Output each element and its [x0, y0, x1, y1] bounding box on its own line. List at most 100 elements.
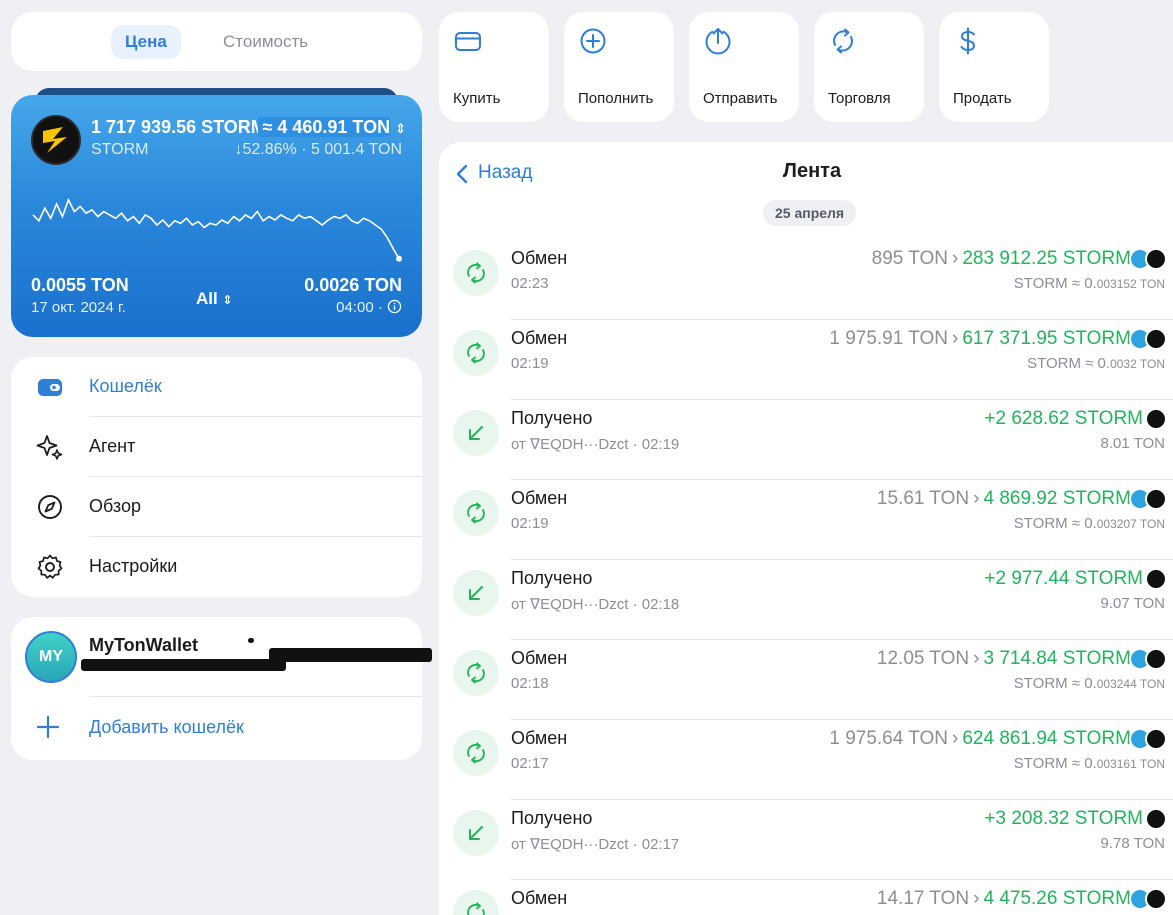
transaction-row[interactable]: Обмен 02:19 1 975.91 TON › 617 371.95 STOR…	[439, 320, 1173, 400]
rate-text: STORM ≈ 0.	[1013, 755, 1097, 772]
redaction-bar	[81, 659, 286, 671]
amount-to: +3 208.32 STORM	[984, 808, 1143, 829]
transaction-row[interactable]: Обмен 02:19 15.61 TON › 4 869.92 STORM STO…	[439, 480, 1173, 560]
amount-from: 1 975.64 TON	[829, 728, 949, 749]
gear-icon	[37, 554, 63, 579]
action-label: Купить	[453, 90, 501, 107]
send-button[interactable]: Отправить	[689, 12, 799, 122]
price-endpoint	[396, 255, 402, 262]
chart-end-value: 0.0026 TON	[304, 275, 402, 295]
receive-arrow-icon	[453, 570, 499, 616]
avatar[interactable]: MY	[25, 631, 77, 683]
period-selector[interactable]: All ⇕	[196, 289, 233, 309]
storm-coin-icon	[1145, 728, 1167, 750]
toggle-icon: ⇕	[222, 293, 233, 307]
storm-coin-icon	[1145, 808, 1167, 830]
trade-button[interactable]: Торговля	[814, 12, 924, 122]
transaction-title: Обмен	[511, 248, 568, 268]
amount-to: 4 869.92 STORM	[983, 488, 1131, 509]
chevron-right-icon: ›	[973, 648, 980, 669]
amount-to: 624 861.94 STORM	[962, 728, 1131, 749]
transaction-sender: от ∇EQDH···Dzct · 02:18	[511, 596, 680, 613]
nav-label: Агент	[89, 436, 136, 456]
buy-button[interactable]: Купить	[439, 12, 549, 122]
toggle-icon: ⇕	[395, 121, 406, 136]
nav-item-wallet[interactable]: Кошелёк	[11, 357, 422, 417]
rate-text: 9.78 TON	[1100, 835, 1165, 852]
nav-label: Кошелёк	[89, 376, 162, 396]
add-wallet-button[interactable]: Добавить кошелёк	[89, 717, 244, 738]
price-value-segmented-control: Цена Стоимость	[11, 12, 422, 71]
amount-to: 283 912.25 STORM	[962, 248, 1131, 269]
amount-to: 4 475.26 STORM	[983, 888, 1131, 909]
info-icon[interactable]	[387, 299, 402, 314]
transaction-title: Обмен	[511, 888, 568, 908]
amount-from: 15.61 TON	[876, 488, 970, 509]
tab-value[interactable]: Стоимость	[209, 25, 322, 59]
storm-coin-icon	[1145, 568, 1167, 590]
transaction-row[interactable]: Обмен 02:23 895 TON › 283 912.25 STORM STO…	[439, 240, 1173, 320]
transaction-title: Обмен	[511, 328, 568, 348]
transaction-rate: STORM ≈ 0.003207 TON	[1014, 515, 1165, 532]
transaction-row[interactable]: Получено от ∇EQDH···Dzct · 02:17 +3 208.…	[439, 800, 1173, 880]
chevron-right-icon: ›	[952, 728, 959, 749]
rate-small-text: 003207 TON	[1096, 517, 1165, 531]
transaction-time: 02:17	[511, 755, 549, 772]
transaction-title: Получено	[511, 408, 593, 428]
receive-arrow-icon	[453, 410, 499, 456]
transaction-sender: от ∇EQDH···Dzct · 02:19	[511, 436, 680, 453]
swap-icon	[453, 330, 499, 376]
transaction-amount: 14.17 TON › 4 475.26 STORM	[877, 888, 1131, 910]
token-name: STORM	[91, 141, 149, 158]
plus-icon[interactable]	[35, 714, 61, 740]
storm-coin-icon	[1145, 888, 1167, 910]
transaction-row[interactable]: Обмен 02:17 1 975.64 TON › 624 861.94 STOR…	[439, 720, 1173, 800]
transaction-row[interactable]: Получено от ∇EQDH···Dzct · 02:19 +2 628.…	[439, 400, 1173, 480]
sell-button[interactable]: Продать	[939, 12, 1049, 122]
tab-price[interactable]: Цена	[111, 25, 181, 59]
transaction-amount: 12.05 TON › 3 714.84 STORM	[877, 648, 1131, 670]
deposit-button[interactable]: Пополнить	[564, 12, 674, 122]
dollar-icon	[960, 27, 976, 55]
storm-coin-icon	[1145, 248, 1167, 270]
price-line	[32, 197, 400, 260]
storm-coin-icon	[1145, 408, 1167, 430]
transaction-time: 02:19	[511, 355, 549, 372]
token-card[interactable]: 1 717 939.56 STORM STORM ≈ 4 460.91 TON …	[11, 95, 422, 337]
token-value[interactable]: ≈ 4 460.91 TON ⇕	[258, 117, 406, 138]
card-icon	[455, 32, 481, 51]
transaction-amount: +3 208.32 STORM	[984, 808, 1143, 830]
wallet-name[interactable]: MyTonWallet	[89, 635, 198, 656]
transaction-rate: STORM ≈ 0.0032 TON	[1027, 355, 1165, 372]
rate-text: STORM ≈ 0.	[1013, 675, 1097, 692]
lightning-icon	[43, 127, 67, 153]
price-chart	[32, 197, 402, 262]
chevron-right-icon: ›	[952, 328, 959, 349]
rate-small-text: 0032 TON	[1110, 357, 1165, 371]
storm-coin-icon	[1145, 328, 1167, 350]
transaction-row[interactable]: Обмен 14.17 TON › 4 475.26 STORM	[439, 880, 1173, 915]
transaction-amount: +2 977.44 STORM	[984, 568, 1143, 590]
amount-from: 895 TON	[871, 248, 949, 269]
amount-to: +2 628.62 STORM	[984, 408, 1143, 429]
nav-item-agent[interactable]: Агент	[11, 417, 422, 477]
chart-end-time-text: 04:00 ·	[336, 299, 383, 316]
wallet-icon	[38, 379, 62, 396]
action-label: Торговля	[828, 90, 891, 107]
transaction-rate: 8.01 TON	[1101, 435, 1165, 452]
transaction-time: 02:23	[511, 275, 549, 292]
swap-icon	[453, 730, 499, 776]
nav-item-settings[interactable]: Настройки	[11, 537, 422, 597]
page-title: Лента	[782, 160, 842, 182]
transaction-row[interactable]: Получено от ∇EQDH···Dzct · 02:18 +2 977.…	[439, 560, 1173, 640]
transaction-amount: +2 628.62 STORM	[984, 408, 1143, 430]
nav-item-explore[interactable]: Обзор	[11, 477, 422, 537]
action-label: Продать	[953, 90, 1012, 107]
transaction-row[interactable]: Обмен 02:18 12.05 TON › 3 714.84 STORM STO…	[439, 640, 1173, 720]
transaction-title: Обмен	[511, 488, 568, 508]
main-navigation: Кошелёк Агент Обзор Настройки	[11, 357, 422, 597]
nav-label: Обзор	[89, 496, 141, 516]
token-amount: 1 717 939.56 STORM	[91, 117, 266, 137]
rate-small-text: 003152 TON	[1096, 277, 1165, 291]
token-value-text: ≈ 4 460.91 TON	[258, 117, 391, 137]
